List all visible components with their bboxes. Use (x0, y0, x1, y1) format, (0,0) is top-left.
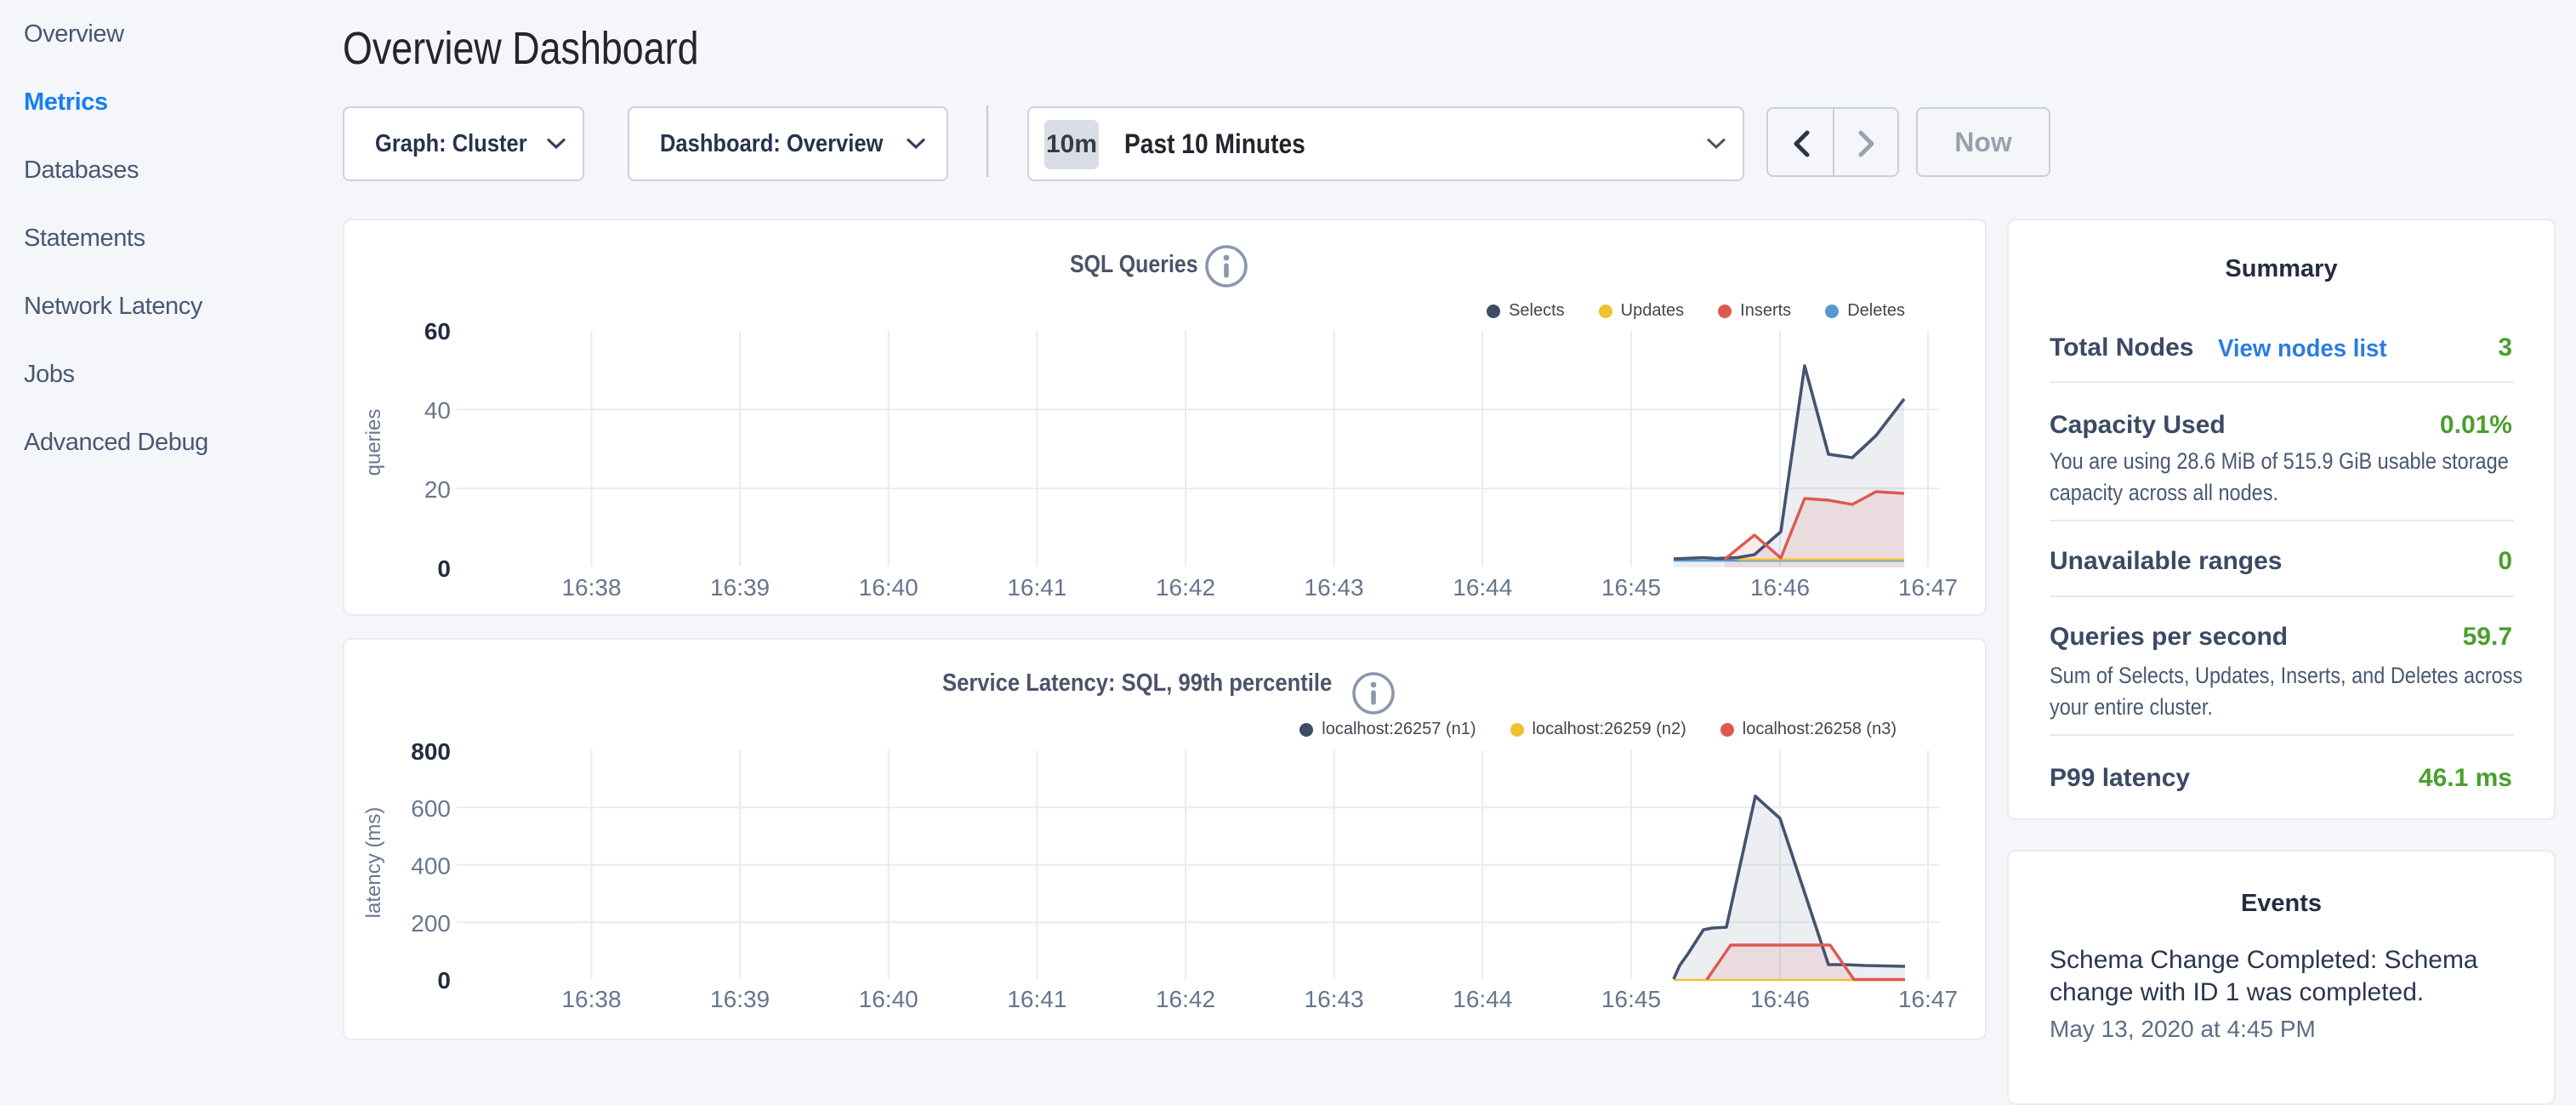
svg-text:16:40: 16:40 (859, 986, 918, 1012)
svg-text:800: 800 (411, 738, 451, 765)
svg-text:60: 60 (424, 318, 451, 345)
svg-text:queries: queries (362, 409, 385, 476)
svg-text:16:43: 16:43 (1305, 574, 1364, 601)
svg-text:16:38: 16:38 (561, 986, 621, 1012)
svg-text:16:47: 16:47 (1898, 574, 1958, 601)
svg-text:16:44: 16:44 (1453, 574, 1512, 601)
svg-text:16:41: 16:41 (1007, 986, 1066, 1012)
svg-text:16:38: 16:38 (561, 574, 621, 601)
svg-text:400: 400 (411, 853, 451, 880)
svg-text:40: 40 (424, 397, 451, 424)
svg-text:600: 600 (411, 795, 451, 822)
svg-text:16:43: 16:43 (1305, 986, 1364, 1012)
svg-text:0: 0 (437, 555, 451, 582)
svg-text:200: 200 (411, 910, 451, 937)
svg-text:16:46: 16:46 (1750, 986, 1810, 1012)
svg-text:16:42: 16:42 (1156, 574, 1215, 601)
svg-text:latency (ms): latency (ms) (362, 807, 385, 919)
svg-text:16:41: 16:41 (1007, 574, 1066, 601)
svg-text:16:45: 16:45 (1601, 574, 1661, 601)
svg-text:16:39: 16:39 (710, 986, 770, 1012)
svg-text:16:45: 16:45 (1601, 986, 1661, 1012)
svg-text:16:44: 16:44 (1453, 986, 1512, 1012)
svg-text:16:40: 16:40 (859, 574, 918, 601)
svg-text:16:42: 16:42 (1156, 986, 1215, 1012)
svg-text:16:39: 16:39 (710, 574, 770, 601)
svg-text:0: 0 (437, 967, 451, 994)
svg-text:20: 20 (424, 476, 451, 503)
svg-text:16:47: 16:47 (1898, 986, 1958, 1012)
svg-text:16:46: 16:46 (1750, 574, 1810, 601)
